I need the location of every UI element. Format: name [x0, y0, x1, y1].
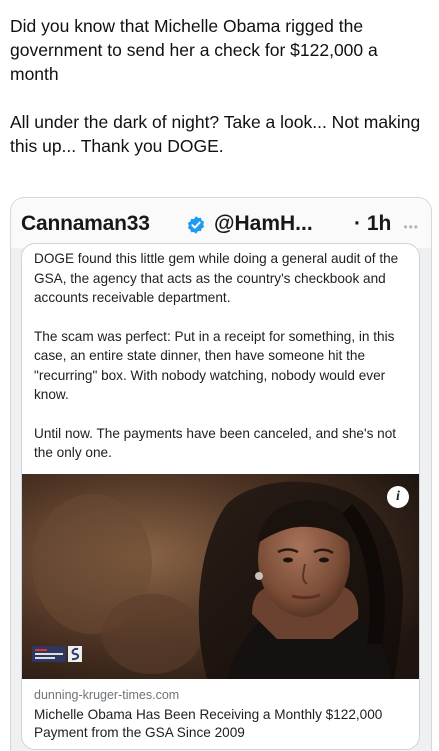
embedded-screenshot[interactable]: Cannaman33 @HamH... · 1h ••• DOGE found … — [10, 197, 432, 751]
quoted-post-card[interactable]: DOGE found this little gem while doing a… — [21, 243, 420, 750]
quoted-post-body: DOGE found this little gem while doing a… — [34, 249, 412, 463]
link-title[interactable]: Michelle Obama Has Been Receiving a Mont… — [34, 706, 409, 742]
post-paragraph: All under the dark of night? Take a look… — [10, 112, 421, 156]
verified-badge-icon — [187, 216, 205, 234]
post-timestamp[interactable]: · 1h — [354, 212, 391, 236]
post-body: Did you know that Michelle Obama rigged … — [10, 14, 425, 158]
author-handle[interactable]: @HamH... — [214, 212, 313, 236]
quoted-paragraph: DOGE found this little gem while doing a… — [34, 251, 399, 305]
quoted-paragraph: Until now. The payments have been cancel… — [34, 425, 397, 461]
more-dots-icon[interactable]: ••• — [403, 220, 419, 234]
channel-logo-watermark — [32, 646, 82, 662]
link-domain[interactable]: dunning-kruger-times.com — [34, 688, 179, 702]
article-thumbnail[interactable]: i — [22, 474, 419, 679]
info-icon[interactable]: i — [387, 486, 409, 508]
author-display-name[interactable]: Cannaman33 — [21, 212, 150, 236]
post-paragraph: Did you know that Michelle Obama rigged … — [10, 16, 378, 84]
quoted-paragraph: The scam was perfect: Put in a receipt f… — [34, 328, 395, 403]
embedded-post-header: Cannaman33 @HamH... · 1h ••• — [11, 198, 431, 248]
